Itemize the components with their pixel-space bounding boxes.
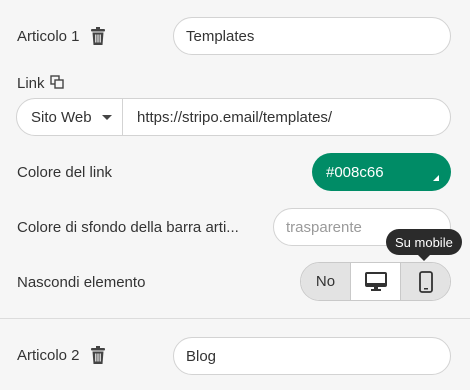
chevron-down-icon	[101, 114, 112, 120]
hide-element-label: Nascondi elemento	[17, 274, 146, 291]
hide-mobile-button[interactable]	[400, 263, 450, 300]
link-color-picker[interactable]: #008c66	[312, 153, 451, 191]
copy-link-icon[interactable]	[50, 75, 64, 89]
hide-element-toggle: No	[300, 262, 451, 301]
item2-label: Articolo 2	[17, 347, 80, 364]
link-type-dropdown[interactable]: Sito Web	[17, 99, 123, 135]
trash-icon[interactable]	[91, 27, 105, 45]
item1-label: Articolo 1	[17, 28, 80, 45]
mobile-icon	[418, 270, 433, 293]
item2-title-input[interactable]: Blog	[173, 337, 451, 375]
bg-color-label: Colore di sfondo della barra arti...	[17, 219, 239, 236]
link-label: Link	[17, 75, 45, 92]
link-url-input[interactable]: https://stripo.email/templates/	[123, 109, 332, 126]
hide-no-button[interactable]: No	[301, 263, 350, 300]
link-color-label: Colore del link	[17, 164, 113, 181]
trash-icon[interactable]	[91, 346, 105, 364]
picker-corner-icon	[433, 175, 439, 181]
link-group: Sito Web https://stripo.email/templates/	[16, 98, 451, 136]
hide-desktop-button[interactable]	[350, 263, 400, 300]
section-divider	[0, 318, 470, 319]
item1-title-input[interactable]: Templates	[173, 17, 451, 55]
mobile-tooltip: Su mobile	[386, 229, 462, 261]
desktop-icon	[364, 271, 387, 291]
